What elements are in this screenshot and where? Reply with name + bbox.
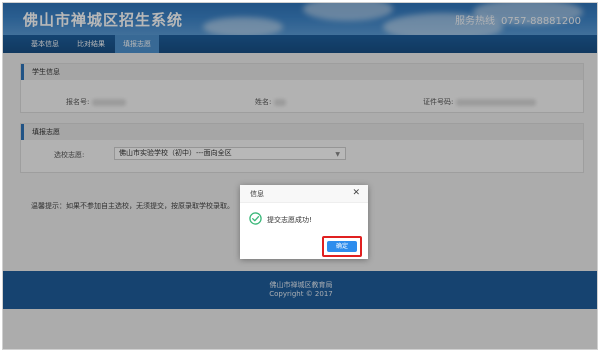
confirm-button[interactable]: 确定 <box>327 241 357 252</box>
dialog-title: 信息 <box>240 185 368 203</box>
dialog-message: 提交志愿成功! <box>267 216 312 224</box>
success-check-icon <box>249 212 262 225</box>
page: 佛山市禅城区招生系统 服务热线 0757-88881200 基本信息 比对结果 填… <box>2 2 598 350</box>
modal-overlay <box>3 3 597 349</box>
close-icon[interactable]: ✕ <box>352 188 360 198</box>
confirm-highlight: 确定 <box>322 236 362 257</box>
